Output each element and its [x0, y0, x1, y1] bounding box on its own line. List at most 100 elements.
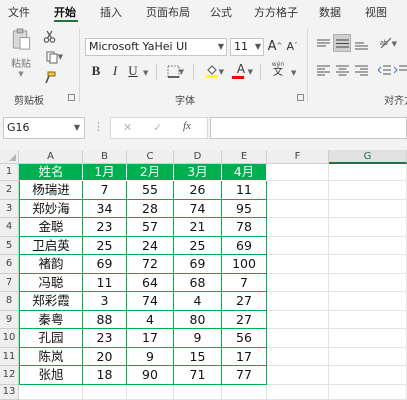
row-header-3[interactable]: 3 [0, 200, 19, 218]
cell-g7[interactable] [329, 274, 407, 292]
cell-a6[interactable]: 褚韵 [19, 255, 83, 274]
copy-button[interactable]: ▼ [41, 49, 63, 65]
cell-c4[interactable]: 57 [127, 218, 174, 237]
decrease-indent-button[interactable] [375, 62, 393, 78]
cell-e12[interactable]: 77 [222, 366, 267, 385]
cell-g8[interactable] [329, 292, 407, 311]
tab-page-layout[interactable]: 页面布局 [146, 4, 190, 20]
cell-b9[interactable]: 88 [83, 311, 127, 329]
enter-icon[interactable]: ✓ [153, 121, 162, 134]
bold-button[interactable]: B [88, 62, 104, 80]
cell-d8[interactable]: 4 [174, 292, 222, 311]
column-header-a[interactable]: A [19, 150, 83, 164]
cell-e9[interactable]: 27 [222, 311, 267, 329]
row-header-4[interactable]: 4 [0, 218, 19, 237]
cell-b7[interactable]: 11 [83, 274, 127, 292]
font-dialog-launcher-icon[interactable] [297, 94, 304, 101]
cell-b2[interactable]: 7 [83, 181, 127, 200]
cell-g1[interactable] [329, 164, 407, 181]
tab-file[interactable]: 文件 [8, 4, 30, 20]
cell-f2[interactable] [267, 181, 329, 200]
name-box[interactable]: G16 ▼ [3, 117, 85, 139]
cell-f10[interactable] [267, 329, 329, 348]
cell-b1[interactable]: 1月 [83, 164, 127, 181]
cell-b4[interactable]: 23 [83, 218, 127, 237]
cell-d9[interactable]: 80 [174, 311, 222, 329]
cell-a2[interactable]: 杨瑞进 [19, 181, 83, 200]
cell-a3[interactable]: 郑妙海 [19, 200, 83, 218]
row-header-2[interactable]: 2 [0, 181, 19, 200]
cell-e2[interactable]: 11 [222, 181, 267, 200]
cell-d3[interactable]: 74 [174, 200, 222, 218]
cell-f3[interactable] [267, 200, 329, 218]
column-header-b[interactable]: B [83, 150, 127, 164]
formula-input[interactable] [210, 117, 407, 139]
cell-c1[interactable]: 2月 [127, 164, 174, 181]
column-header-g[interactable]: G [329, 150, 407, 164]
format-painter-button[interactable] [41, 69, 57, 85]
cut-button[interactable] [41, 28, 57, 44]
column-header-f[interactable]: F [267, 150, 329, 164]
cell-f4[interactable] [267, 218, 329, 237]
underline-dropdown-icon[interactable]: ▼ [143, 69, 148, 77]
cell-e8[interactable]: 27 [222, 292, 267, 311]
cell-e1[interactable]: 4月 [222, 164, 267, 181]
paste-button[interactable]: 粘贴 ▼ [6, 28, 36, 78]
cell-a5[interactable]: 卫启英 [19, 237, 83, 255]
cell-a11[interactable]: 陈岚 [19, 348, 83, 366]
cell-g10[interactable] [329, 329, 407, 348]
font-color-button[interactable]: A ▼ [229, 62, 253, 80]
cell-f11[interactable] [267, 348, 329, 366]
italic-button[interactable]: I [107, 62, 123, 80]
tab-view[interactable]: 视图 [365, 4, 387, 20]
cell-c9[interactable]: 4 [127, 311, 174, 329]
increase-indent-button[interactable] [394, 62, 407, 78]
cell-a7[interactable]: 冯聪 [19, 274, 83, 292]
cell-g6[interactable] [329, 255, 407, 274]
align-left-button[interactable] [314, 62, 332, 78]
tab-insert[interactable]: 插入 [100, 4, 122, 20]
cell-g2[interactable] [329, 181, 407, 200]
row-header-7[interactable]: 7 [0, 274, 19, 292]
cell-f7[interactable] [267, 274, 329, 292]
cell-d4[interactable]: 21 [174, 218, 222, 237]
cell-g5[interactable] [329, 237, 407, 255]
cell-e7[interactable]: 7 [222, 274, 267, 292]
cell-f12[interactable] [267, 366, 329, 385]
row-header-13[interactable]: 13 [0, 385, 19, 400]
align-middle-button[interactable] [333, 34, 351, 52]
cell-a13[interactable] [19, 385, 83, 400]
cell-e5[interactable]: 69 [222, 237, 267, 255]
cell-f6[interactable] [267, 255, 329, 274]
orientation-button[interactable]: ab ▼ [375, 34, 397, 52]
cell-a1[interactable]: 姓名 [19, 164, 83, 181]
cell-f13[interactable] [267, 385, 329, 400]
cell-e11[interactable]: 17 [222, 348, 267, 366]
cell-g9[interactable] [329, 311, 407, 329]
insert-function-icon[interactable]: fx [183, 120, 191, 132]
cell-c10[interactable]: 17 [127, 329, 174, 348]
align-bottom-button[interactable] [352, 36, 370, 52]
cell-f8[interactable] [267, 292, 329, 311]
cell-g12[interactable] [329, 366, 407, 385]
font-size-combo[interactable]: 11 ▼ [230, 38, 264, 56]
formula-bar-splitter-icon[interactable]: ⋮ [93, 120, 104, 133]
cell-f5[interactable] [267, 237, 329, 255]
tab-data[interactable]: 数据 [319, 4, 341, 20]
cell-d11[interactable]: 15 [174, 348, 222, 366]
cell-d2[interactable]: 26 [174, 181, 222, 200]
cell-b11[interactable]: 20 [83, 348, 127, 366]
cell-e13[interactable] [222, 385, 267, 400]
phonetic-dropdown-icon[interactable]: ▼ [291, 69, 296, 77]
decrease-font-size-button[interactable]: Aˇ [285, 37, 299, 55]
row-header-8[interactable]: 8 [0, 292, 19, 311]
cell-f1[interactable] [267, 164, 329, 181]
cell-d1[interactable]: 3月 [174, 164, 222, 181]
cell-f9[interactable] [267, 311, 329, 329]
select-all-button[interactable] [0, 150, 19, 164]
cell-g4[interactable] [329, 218, 407, 237]
align-right-button[interactable] [352, 62, 370, 78]
cell-b10[interactable]: 23 [83, 329, 127, 348]
cell-b3[interactable]: 34 [83, 200, 127, 218]
row-header-6[interactable]: 6 [0, 255, 19, 274]
